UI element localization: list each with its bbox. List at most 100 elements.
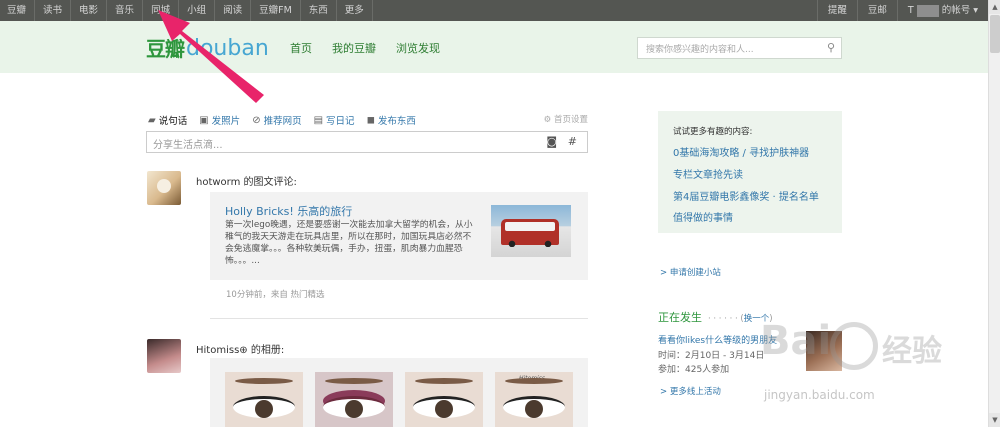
- global-nav-item[interactable]: 小组: [179, 0, 216, 21]
- discover-link[interactable]: 专栏文章抢先读: [673, 166, 743, 181]
- status-placeholder: 分享生活点滴...: [153, 140, 223, 151]
- global-nav-item[interactable]: 豆瓣FM: [251, 0, 301, 21]
- discover-heading: 试试更多有趣的内容:: [673, 127, 753, 137]
- global-nav-item[interactable]: 读书: [35, 0, 72, 21]
- tab-sell[interactable]: ◼ 发布东西: [366, 113, 416, 128]
- tab-link[interactable]: ⊘ 推荐网页: [252, 113, 302, 128]
- tab-say-label: 说句话: [158, 116, 188, 127]
- doumail-link[interactable]: 豆邮: [856, 0, 897, 21]
- review-title-link[interactable]: Holly Bricks! 乐高的旅行: [225, 203, 352, 219]
- eye-shape: [503, 396, 565, 418]
- main-nav: 首页 我的豆瓣 浏览发现: [290, 40, 460, 56]
- tab-diary[interactable]: ▤ 写日记: [313, 113, 355, 128]
- page-scrollbar[interactable]: ▲ ▼: [988, 0, 1000, 427]
- global-nav-item[interactable]: 豆瓣: [0, 0, 36, 21]
- lego-bus-image: [501, 219, 559, 247]
- baidu-watermark: Bai: [760, 318, 831, 364]
- watermark-text: Bai: [760, 318, 832, 364]
- status-input[interactable]: 分享生活点滴... ◙ #: [146, 131, 588, 153]
- tab-photo-label: 发照片: [211, 116, 241, 127]
- discover-link[interactable]: 0基础海淘攻略 / 寻找护肤神器: [673, 144, 809, 159]
- review-thumbnail[interactable]: [491, 205, 571, 257]
- remind-link[interactable]: 提醒: [816, 0, 857, 21]
- scroll-thumb[interactable]: [990, 15, 1000, 53]
- settings-label: 首页设置: [553, 115, 588, 125]
- eye-shape: [233, 396, 295, 418]
- global-nav-item[interactable]: 电影: [71, 0, 108, 21]
- feed-item-header: Hitomiss⊕ 的相册:: [196, 341, 284, 356]
- discover-box: 试试更多有趣的内容: 0基础海淘攻略 / 寻找护肤神器 专栏文章抢先读 第4届豆…: [658, 111, 842, 233]
- nav-explore[interactable]: 浏览发现: [396, 40, 440, 56]
- masked-username: [916, 4, 939, 17]
- gear-icon: ⚙: [543, 115, 554, 125]
- nav-my-douban[interactable]: 我的豆瓣: [332, 40, 376, 56]
- eye-shape: [413, 396, 475, 418]
- search-input[interactable]: 搜索你感兴趣的内容和人... ⚲: [637, 37, 842, 59]
- site-header: 豆瓣 douban 首页 我的豆瓣 浏览发现 搜索你感兴趣的内容和人... ⚲: [0, 21, 988, 73]
- link-icon: ⊘: [252, 114, 261, 126]
- discover-link[interactable]: 值得做的事情: [673, 209, 733, 224]
- happening-heading: 正在发生 · · · · · · (换一个): [658, 309, 773, 325]
- global-nav-item[interactable]: 阅读: [215, 0, 252, 21]
- tab-photo[interactable]: ▣ 发照片: [199, 113, 241, 128]
- search-placeholder: 搜索你感兴趣的内容和人...: [646, 45, 754, 55]
- brow-shape: [505, 378, 563, 384]
- watermark-cn: 经验: [882, 334, 942, 369]
- account-menu[interactable]: T 的帐号 ▾: [896, 0, 988, 21]
- album-card: Hitomiss: [210, 358, 588, 427]
- global-nav: 豆瓣 读书 电影 音乐 同城 小组 阅读 豆瓣FM 东西 更多 提醒 豆邮 T 的帐号 ▾: [0, 0, 988, 21]
- watermark-url: jingyan.baidu.com: [764, 388, 875, 402]
- tab-sell-label: 发布东西: [377, 116, 416, 127]
- tab-say[interactable]: ▰ 说句话: [148, 113, 188, 128]
- feed-action-text: 的相册:: [247, 345, 285, 356]
- create-site-link[interactable]: > 申请创建小站: [660, 266, 721, 278]
- review-excerpt: 第一次lego晚遇，还是要感谢一次能去加拿大留学的机会，从小稚气的我天天游走在玩…: [225, 220, 473, 266]
- global-nav-account: 提醒 豆邮 T 的帐号 ▾: [816, 0, 988, 21]
- discover-link[interactable]: 第4届豆瓣电影鑫像奖 · 提名名单: [673, 188, 819, 203]
- feed-user-link[interactable]: hotworm: [196, 177, 240, 188]
- album-photo[interactable]: [225, 372, 303, 427]
- notebook-icon: ▤: [313, 114, 324, 126]
- feed-meta: 10分钟前，来自 热门精选: [226, 290, 325, 300]
- global-nav-item[interactable]: 同城: [143, 0, 180, 21]
- album-photo[interactable]: Hitomiss: [495, 372, 573, 427]
- feed-divider: [210, 318, 588, 319]
- brow-shape: [325, 378, 383, 384]
- feed-action-text: 的图文评论:: [240, 177, 297, 188]
- camera-icon[interactable]: ◙: [546, 135, 557, 148]
- happening-title: 正在发生: [658, 311, 702, 324]
- avatar[interactable]: [147, 339, 181, 373]
- logo-cn: 豆瓣: [146, 37, 185, 61]
- scroll-down-icon[interactable]: ▼: [989, 413, 1000, 427]
- brow-shape: [415, 378, 473, 384]
- more-events-link[interactable]: > 更多线上活动: [660, 385, 721, 397]
- homepage-settings-link[interactable]: ⚙ 首页设置: [544, 113, 588, 125]
- tab-link-label: 推荐网页: [263, 116, 302, 127]
- logo-en: douban: [186, 36, 269, 61]
- baidu-paw-logo: [830, 322, 878, 370]
- douban-logo[interactable]: 豆瓣 douban: [146, 35, 269, 62]
- event-participants: 参加：425人参加: [658, 365, 730, 375]
- search-icon[interactable]: ⚲: [827, 41, 835, 54]
- feed-user-link[interactable]: Hitomiss⊕: [196, 345, 248, 356]
- album-photo[interactable]: [405, 372, 483, 427]
- avatar[interactable]: [147, 171, 181, 205]
- nav-home[interactable]: 首页: [290, 40, 312, 56]
- event-time: 时间：2月10日 - 3月14日: [658, 351, 765, 361]
- eye-shape: [323, 396, 385, 418]
- scroll-up-icon[interactable]: ▲: [989, 0, 1000, 14]
- account-prefix: T: [907, 5, 914, 16]
- hashtag-icon[interactable]: #: [568, 135, 577, 148]
- composer-tabs: ▰ 说句话 ▣ 发照片 ⊘ 推荐网页 ▤ 写日记 ◼ 发布东西 ⚙ 首页设置: [148, 113, 588, 128]
- feed-item-header: hotworm 的图文评论:: [196, 173, 297, 188]
- global-nav-item[interactable]: 音乐: [107, 0, 144, 21]
- review-card: Holly Bricks! 乐高的旅行 第一次lego晚遇，还是要感谢一次能去加…: [210, 192, 588, 280]
- global-nav-item[interactable]: 东西: [301, 0, 337, 21]
- global-nav-item[interactable]: 更多: [337, 0, 373, 21]
- happening-dots: · · · · · ·: [708, 314, 738, 324]
- album-photo[interactable]: [315, 372, 393, 427]
- brow-shape: [235, 378, 293, 384]
- account-suffix: 的帐号 ▾: [941, 5, 978, 16]
- bag-icon: ◼: [366, 114, 375, 126]
- tab-diary-label: 写日记: [326, 116, 355, 127]
